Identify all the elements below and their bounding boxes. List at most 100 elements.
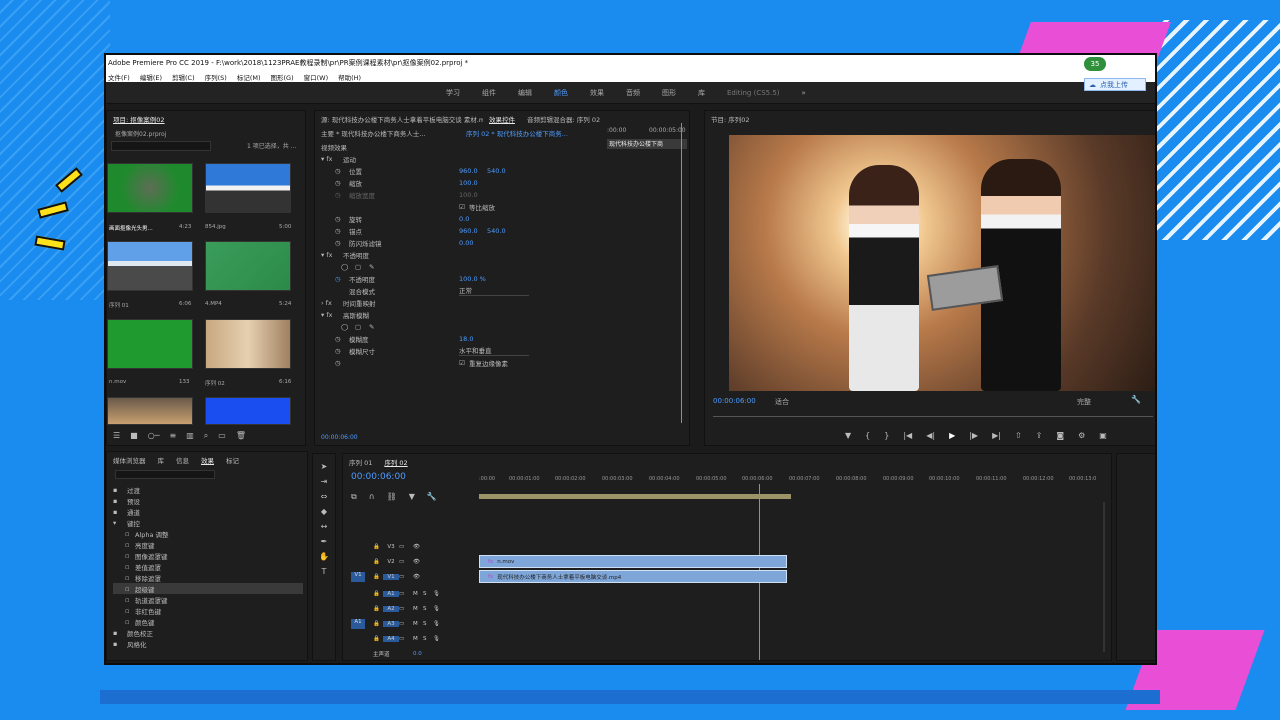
button-editor-icon[interactable]: ▣ [1099, 431, 1107, 440]
solo-icon[interactable]: S [423, 591, 433, 597]
property-row[interactable]: ◷ ☑ 重复边缘像素 [321, 357, 685, 368]
ellipse-mask-icon[interactable]: ◯ [341, 323, 355, 331]
icon-view-icon[interactable]: ■ [130, 431, 138, 441]
mute-icon[interactable]: M [413, 591, 423, 597]
rect-mask-icon[interactable]: ▢ [355, 263, 369, 271]
effects-folder[interactable]: ▾ 键控 [113, 517, 303, 528]
slip-tool-icon[interactable]: ↔ [321, 522, 328, 531]
video-frame[interactable] [729, 135, 1155, 391]
find-icon[interactable]: ⌕ [204, 431, 208, 441]
lock-icon[interactable]: 🔒 [373, 636, 383, 642]
mute-icon[interactable]: M [413, 621, 423, 627]
list-view-icon[interactable]: ☰ [113, 431, 120, 441]
sequence-clip[interactable]: 序列 02 * 现代科技办公楼下商务... [466, 128, 601, 138]
media-browser-tab[interactable]: 媒体浏览器 [107, 452, 152, 468]
property-value-2[interactable]: 540.0 [487, 227, 506, 235]
type-tool-icon[interactable]: T [322, 567, 327, 576]
sync-icon[interactable]: ▭ [399, 544, 413, 550]
extract-icon[interactable]: ⇪ [1036, 431, 1043, 440]
upload-button[interactable]: ☁ 点我上传 [1084, 78, 1146, 91]
workspace-assembly[interactable]: 组件 [482, 88, 496, 98]
step-forward-icon[interactable]: |▶ [969, 431, 978, 440]
menu-sequence[interactable]: 序列(S) [205, 72, 227, 82]
fit-select[interactable]: 适合 [775, 397, 789, 407]
menu-marker[interactable]: 标记(M) [237, 72, 261, 82]
snap-icon[interactable]: ∩ [369, 492, 375, 502]
property-value[interactable]: 100.0 [459, 179, 478, 187]
workspace-cs55[interactable]: Editing (CS5.5) [727, 89, 780, 97]
mark-in-icon[interactable]: { [865, 431, 870, 440]
sync-icon[interactable]: ▭ [399, 621, 413, 627]
effects-folder[interactable]: ▪ 过渡 [113, 484, 303, 495]
eye-icon[interactable]: 👁 [413, 559, 420, 565]
property-value[interactable]: 100.0 [459, 191, 478, 199]
mute-icon[interactable]: M [413, 606, 423, 612]
effect-item[interactable]: ▫ 亮度键 [113, 539, 303, 550]
work-area-bar[interactable] [479, 494, 791, 499]
solo-icon[interactable]: S [423, 621, 433, 627]
sync-icon[interactable]: ▭ [399, 636, 413, 642]
lock-icon[interactable]: 🔒 [373, 591, 383, 597]
clip-thumbnail[interactable] [205, 241, 291, 291]
lock-icon[interactable]: 🔒 [373, 574, 383, 580]
effect-item[interactable]: ▫ 非红色键 [113, 605, 303, 616]
clip-thumbnail[interactable] [107, 241, 193, 291]
sequence-02-tab[interactable]: 序列 02 [378, 454, 413, 470]
eye-icon[interactable]: 👁 [413, 574, 420, 580]
stopwatch-icon[interactable]: ◷ [321, 167, 349, 175]
workspace-libraries[interactable]: 库 [698, 88, 705, 98]
mute-icon[interactable]: M [413, 636, 423, 642]
workspace-audio[interactable]: 音频 [626, 88, 640, 98]
workspace-editing[interactable]: 编辑 [518, 88, 532, 98]
mark-out-icon[interactable]: } [884, 431, 889, 440]
info-tab[interactable]: 信息 [170, 452, 195, 468]
pen-mask-icon[interactable]: ✎ [369, 263, 374, 271]
blur-dimension-select[interactable]: 水平和垂直 [459, 345, 529, 356]
menu-graphics[interactable]: 图形(G) [271, 72, 294, 82]
track-label[interactable]: A1 [383, 591, 399, 597]
sync-icon[interactable]: ▭ [399, 574, 413, 580]
workspace-effects[interactable]: 效果 [590, 88, 604, 98]
effects-tab[interactable]: 效果 [195, 452, 220, 468]
stopwatch-icon[interactable]: ◷ [321, 215, 349, 223]
property-row[interactable]: ◷ 模糊度 18.0 [321, 333, 685, 344]
menu-help[interactable]: 帮助(H) [338, 72, 361, 82]
property-row[interactable]: ☑ 等比缩放 [321, 201, 685, 212]
stopwatch-icon[interactable]: ◷ [321, 359, 349, 367]
effects-folder[interactable]: ▪ 颜色校正 [113, 627, 303, 638]
stopwatch-icon[interactable]: ◷ [321, 335, 349, 343]
menu-clip[interactable]: 剪辑(C) [172, 72, 195, 82]
rect-mask-icon[interactable]: ▢ [355, 323, 369, 331]
property-row[interactable]: ◷ 位置 960.0 540.0 [321, 165, 685, 176]
effect-item[interactable]: ▫ 轨道遮罩键 [113, 594, 303, 605]
property-value[interactable]: 18.0 [459, 335, 473, 343]
trash-icon[interactable]: 🗑 [236, 431, 246, 441]
more-workspaces-icon[interactable]: » [802, 89, 806, 97]
mic-icon[interactable]: 🎙 [433, 606, 440, 612]
effects-folder[interactable]: ▪ 风格化 [113, 638, 303, 649]
menu-edit[interactable]: 编辑(E) [140, 72, 162, 82]
property-value[interactable]: 0.00 [459, 239, 473, 247]
effect-item[interactable]: ▫ 颜色键 [113, 616, 303, 627]
property-row[interactable]: ◷ 缩放宽度 100.0 [321, 189, 685, 200]
clip-nmov[interactable]: fx n.mov [479, 555, 787, 568]
mic-icon[interactable]: 🎙 [433, 621, 440, 627]
stopwatch-icon[interactable]: ◷ [321, 239, 349, 247]
ripple-edit-icon[interactable]: ⇔ [321, 492, 328, 501]
solo-icon[interactable]: S [423, 606, 433, 612]
menu-file[interactable]: 文件(F) [108, 72, 130, 82]
property-row[interactable]: ◷ 不透明度 100.0 % [321, 273, 685, 284]
effect-item[interactable]: ▫ 差值遮罩 [113, 561, 303, 572]
mic-icon[interactable]: 🎙 [433, 636, 440, 642]
checkbox-icon[interactable]: ☑ [459, 203, 469, 211]
workspace-learn[interactable]: 学习 [446, 88, 460, 98]
clip-thumbnail[interactable] [107, 397, 193, 425]
property-value[interactable]: 960.0 [459, 167, 487, 175]
new-bin-icon[interactable]: ▭ [218, 431, 226, 441]
lock-icon[interactable]: 🔒 [373, 606, 383, 612]
property-row[interactable]: ◷ 模糊尺寸 水平和垂直 [321, 345, 685, 356]
effect-row[interactable]: ▾ fx 高斯模糊 [321, 309, 685, 320]
libraries-tab[interactable]: 库 [152, 452, 171, 468]
project-search-input[interactable] [111, 141, 211, 151]
track-label[interactable]: V3 [383, 544, 399, 550]
